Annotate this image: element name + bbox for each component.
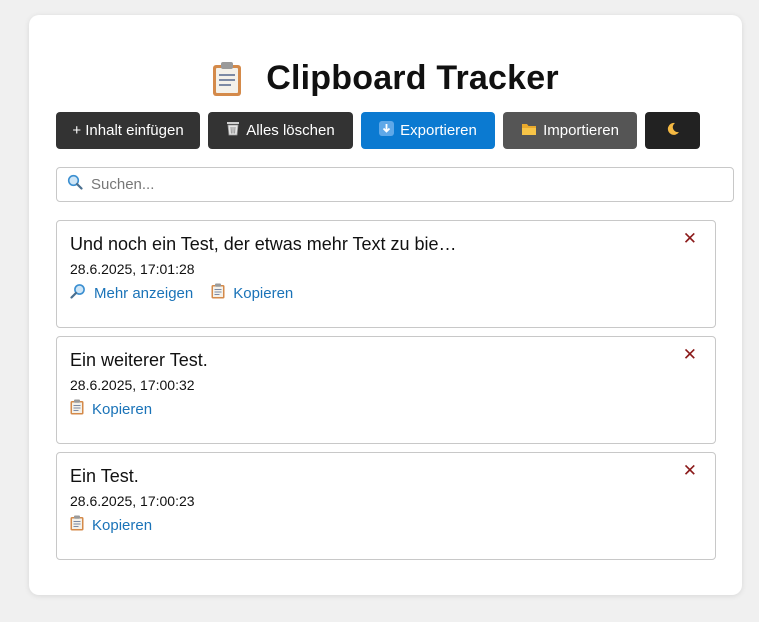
header: Clipboard Tracker	[29, 59, 742, 98]
copy-label: Kopieren	[92, 400, 153, 418]
clipboard-icon	[212, 61, 242, 97]
entry-timestamp: 28.6.2025, 17:01:28	[70, 261, 195, 277]
entry-text: Und noch ein Test, der etwas mehr Text z…	[70, 234, 457, 254]
list-item: Ein Test. 28.6.2025, 17:00:23 Kopieren ✕	[56, 452, 716, 560]
search-icon	[67, 174, 83, 195]
theme-toggle-button[interactable]	[645, 112, 700, 149]
entry-text: Ein weiterer Test.	[70, 350, 208, 370]
show-more-link[interactable]: Mehr anzeigen	[70, 283, 193, 303]
copy-link[interactable]: Kopieren	[70, 399, 152, 419]
delete-entry-button[interactable]: ✕	[683, 346, 697, 363]
clear-all-label: Alles löschen	[246, 122, 335, 139]
entry-actions: Mehr anzeigen Kopieren	[70, 283, 293, 303]
folder-icon	[521, 122, 537, 140]
download-arrow-icon	[379, 121, 395, 140]
list-item: Und noch ein Test, der etwas mehr Text z…	[56, 220, 716, 328]
magnifier-icon	[70, 283, 86, 303]
delete-entry-button[interactable]: ✕	[683, 230, 697, 247]
list-item: Ein weiterer Test. 28.6.2025, 17:00:32 K…	[56, 336, 716, 444]
moon-icon	[666, 122, 680, 140]
entry-actions: Kopieren	[70, 515, 152, 535]
trash-icon	[226, 121, 240, 140]
entry-timestamp: 28.6.2025, 17:00:23	[70, 493, 195, 509]
entry-list: Und noch ein Test, der etwas mehr Text z…	[56, 220, 716, 568]
copy-link[interactable]: Kopieren	[211, 283, 293, 303]
page-title: Clipboard Tracker	[266, 59, 559, 97]
clipboard-icon	[211, 283, 225, 303]
clipboard-icon	[70, 399, 84, 419]
search-box[interactable]	[56, 167, 734, 202]
import-label: Importieren	[543, 122, 619, 139]
copy-label: Kopieren	[233, 284, 294, 302]
add-content-label: + Inhalt einfügen	[72, 122, 184, 139]
main-card: Clipboard Tracker + Inhalt einfügen Alle…	[29, 15, 742, 595]
entry-text: Ein Test.	[70, 466, 139, 486]
show-more-label: Mehr anzeigen	[94, 284, 194, 302]
copy-link[interactable]: Kopieren	[70, 515, 152, 535]
import-button[interactable]: Importieren	[503, 112, 637, 149]
entry-actions: Kopieren	[70, 399, 152, 419]
delete-entry-button[interactable]: ✕	[683, 462, 697, 479]
export-button[interactable]: Exportieren	[361, 112, 495, 149]
clipboard-icon	[70, 515, 84, 535]
entry-timestamp: 28.6.2025, 17:00:32	[70, 377, 195, 393]
toolbar: + Inhalt einfügen Alles löschen Exportie…	[56, 112, 700, 149]
clear-all-button[interactable]: Alles löschen	[208, 112, 353, 149]
copy-label: Kopieren	[92, 516, 153, 534]
search-input[interactable]	[89, 175, 713, 194]
add-content-button[interactable]: + Inhalt einfügen	[56, 112, 200, 149]
export-label: Exportieren	[400, 122, 477, 139]
